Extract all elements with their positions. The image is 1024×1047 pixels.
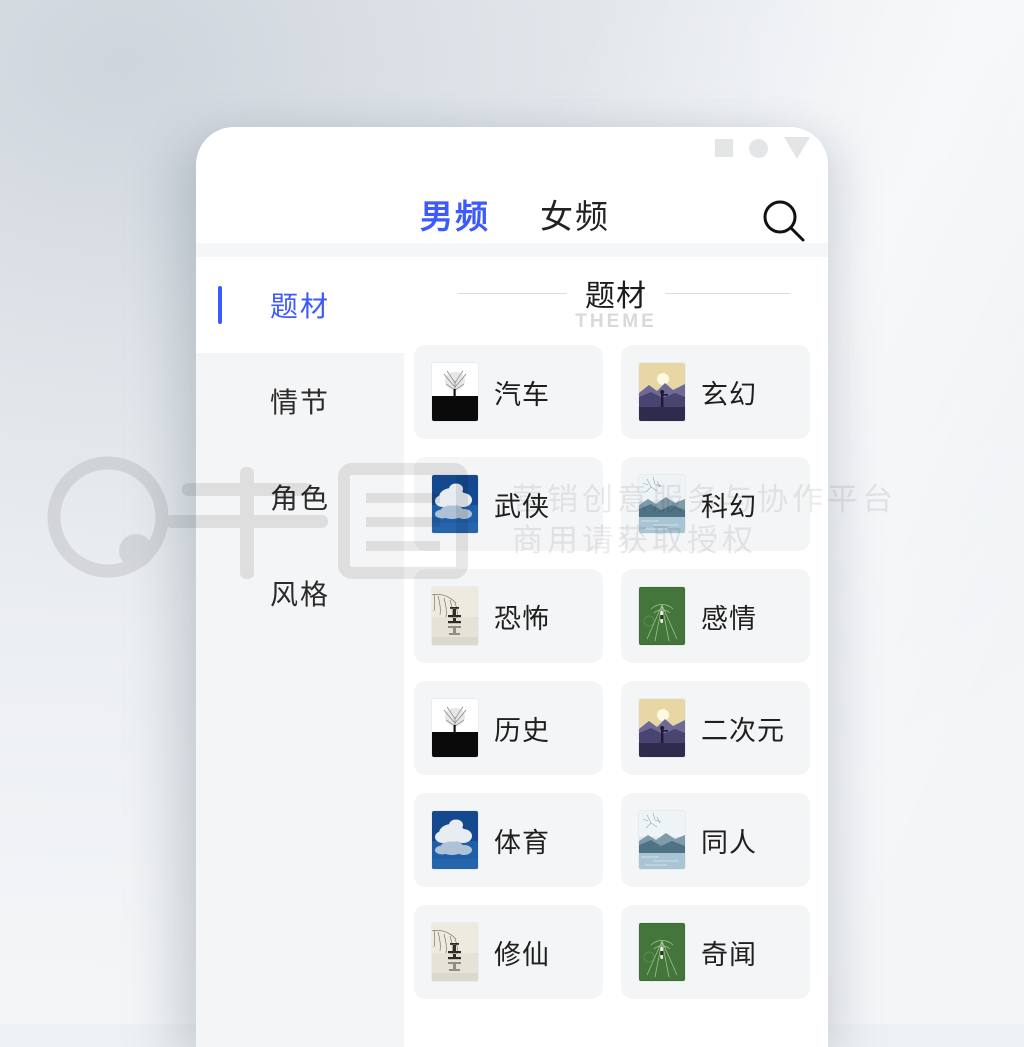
category-card[interactable]: 奇闻	[621, 905, 810, 999]
square-indicator-icon	[715, 139, 733, 157]
category-label: 汽车	[494, 379, 550, 410]
category-sidebar: 题材 情节 角色 风格	[196, 257, 404, 1047]
misty-mountain-lake-thumbnail-icon	[639, 811, 685, 869]
sidebar-item-theme[interactable]: 题材	[196, 257, 404, 353]
category-card[interactable]: 感情	[621, 569, 810, 663]
content-area: 题材 情节 角色 风格 题材 THEME 汽车 玄幻 武侠 科幻 恐怖 感情 历…	[196, 257, 828, 1047]
theme-panel: 题材 THEME 汽车 玄幻 武侠 科幻 恐怖 感情 历史 二次元 体育 同人 …	[404, 257, 828, 1047]
sidebar-item-plot[interactable]: 情节	[196, 353, 404, 449]
sidebar-item-label: 角色	[269, 483, 330, 514]
circle-indicator-icon	[749, 138, 768, 158]
sidebar-item-label: 题材	[269, 291, 330, 322]
panel-title-text: 题材	[567, 280, 665, 313]
green-field-aerial-thumbnail-icon	[639, 923, 685, 981]
blue-sky-clouds-thumbnail-icon	[432, 811, 478, 869]
sidebar-active-marker	[218, 286, 222, 324]
category-card[interactable]: 历史	[414, 681, 603, 775]
category-label: 奇闻	[701, 939, 757, 970]
misty-mountain-lake-thumbnail-icon	[639, 475, 685, 533]
category-grid: 汽车 玄幻 武侠 科幻 恐怖 感情 历史 二次元 体育 同人 修仙 奇闻	[404, 345, 828, 999]
category-label: 体育	[494, 827, 550, 858]
category-label: 恐怖	[494, 603, 550, 634]
triangle-indicator-icon	[784, 137, 810, 159]
sidebar-item-label: 情节	[269, 387, 330, 418]
tree-black-field-thumbnail-icon	[432, 699, 478, 757]
category-card[interactable]: 体育	[414, 793, 603, 887]
tab-female-channel[interactable]: 女频	[540, 195, 610, 239]
ink-wash-willow-thumbnail-icon	[432, 587, 478, 645]
panel-header: 题材 THEME	[404, 257, 828, 347]
category-card[interactable]: 汽车	[414, 345, 603, 439]
category-label: 修仙	[494, 939, 550, 970]
category-label: 科幻	[701, 491, 757, 522]
ink-wash-willow-thumbnail-icon	[432, 923, 478, 981]
blue-sky-clouds-thumbnail-icon	[432, 475, 478, 533]
category-card[interactable]: 武侠	[414, 457, 603, 551]
sunset-silhouette-thumbnail-icon	[639, 363, 685, 421]
green-field-aerial-thumbnail-icon	[639, 587, 685, 645]
category-card[interactable]: 二次元	[621, 681, 810, 775]
panel-title: 题材	[404, 271, 828, 315]
category-label: 武侠	[494, 491, 550, 522]
category-label: 同人	[701, 827, 757, 858]
sunset-silhouette-thumbnail-icon	[639, 699, 685, 757]
category-label: 历史	[494, 715, 550, 746]
category-label: 玄幻	[701, 379, 757, 410]
panel-subtitle: THEME	[575, 311, 657, 332]
sidebar-item-role[interactable]: 角色	[196, 449, 404, 545]
sidebar-item-style[interactable]: 风格	[196, 545, 404, 641]
search-icon[interactable]	[758, 195, 810, 247]
phone-frame: 男频 女频 题材 情节 角色 风格 题材 THEME 汽车 玄幻 武侠 科幻 恐…	[196, 127, 828, 1047]
category-card[interactable]: 恐怖	[414, 569, 603, 663]
header-divider	[196, 243, 828, 257]
status-indicators	[715, 133, 810, 163]
category-card[interactable]: 玄幻	[621, 345, 810, 439]
sidebar-item-label: 风格	[269, 579, 330, 610]
tree-black-field-thumbnail-icon	[432, 363, 478, 421]
category-label: 二次元	[701, 715, 785, 746]
category-label: 感情	[701, 603, 757, 634]
tab-male-channel[interactable]: 男频	[420, 195, 490, 239]
category-card[interactable]: 修仙	[414, 905, 603, 999]
category-card[interactable]: 同人	[621, 793, 810, 887]
category-card[interactable]: 科幻	[621, 457, 810, 551]
